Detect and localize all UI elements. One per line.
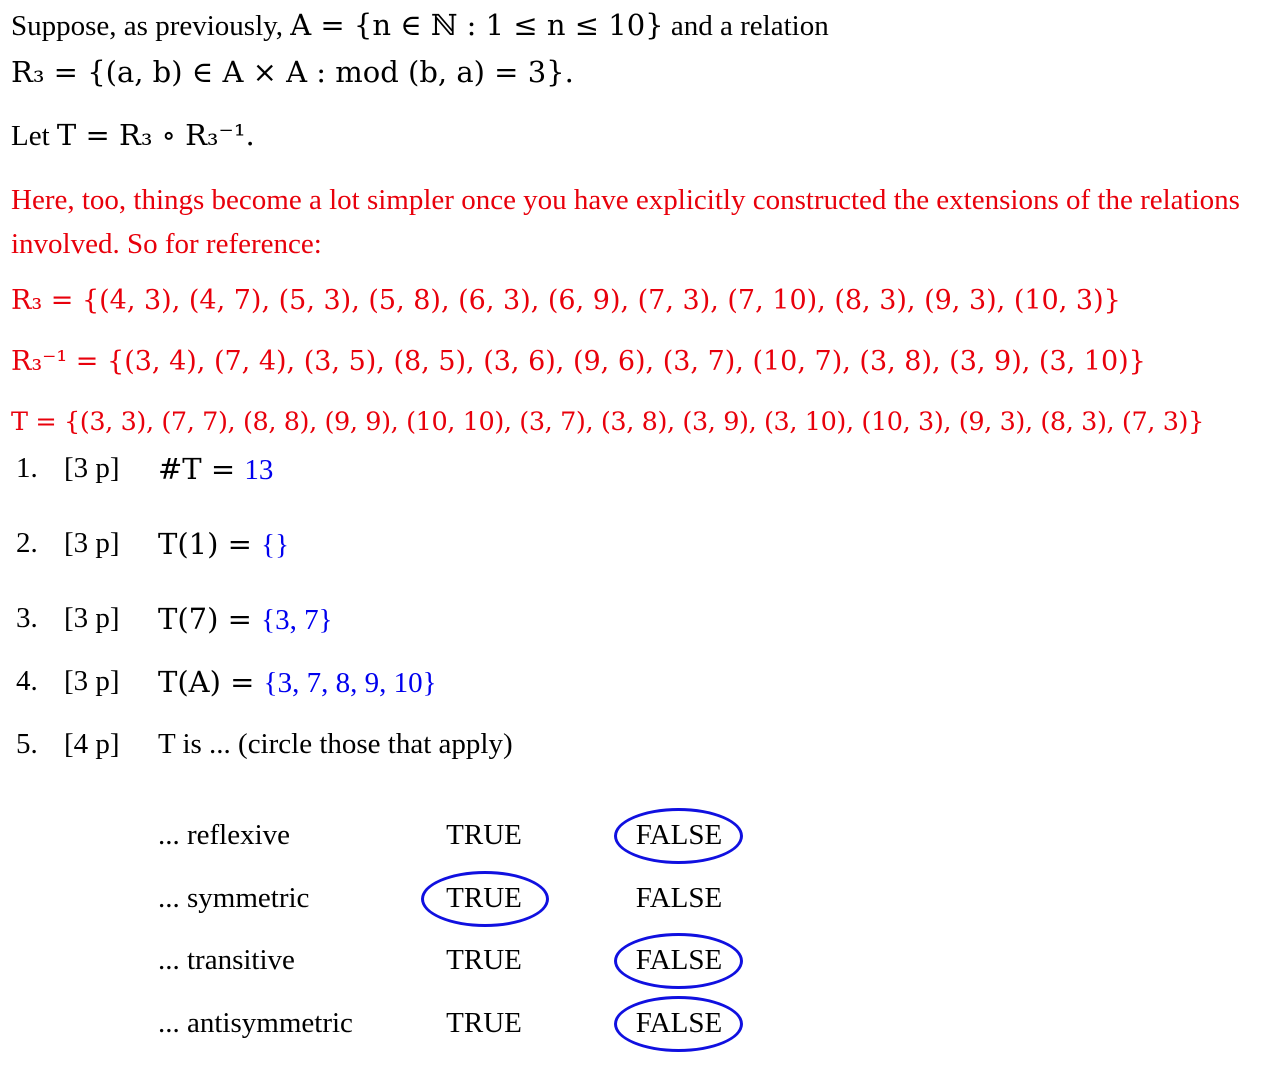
reference-note: Here, too, things become a lot simpler o… <box>11 184 1240 260</box>
question-points: [4 p] <box>64 728 120 760</box>
property-label: ... reflexive <box>158 819 291 851</box>
reference-r3: R₃ = {(4, 3), (4, 7), (5, 3), (5, 8), (6… <box>11 285 1121 316</box>
reference-t: T = {(3, 3), (7, 7), (8, 8), (9, 9), (10… <box>11 407 1204 437</box>
question-points: [3 p] <box>64 452 120 484</box>
answer-circle <box>614 808 743 864</box>
option-true: TRUE <box>446 819 522 851</box>
answer-circle <box>421 871 549 927</box>
question-number: 3. <box>16 602 38 634</box>
question-expression: T(7) = {3, 7} <box>158 602 333 637</box>
question-answer: {} <box>261 529 290 561</box>
option-true: TRUE <box>446 944 522 976</box>
question-answer: {3, 7} <box>261 604 333 636</box>
intro-line-1: Suppose, as previously, A = {n ∈ ℕ : 1 ≤… <box>11 8 829 43</box>
question-expression-text: #T = <box>158 452 245 486</box>
question-points: [3 p] <box>64 602 120 634</box>
question-answer: {3, 7, 8, 9, 10} <box>263 667 437 699</box>
option-false: FALSE <box>635 882 723 914</box>
question-expression-text: T(A) = <box>158 665 264 699</box>
option-true: TRUE <box>446 1007 522 1039</box>
question-expression: #T = 13 <box>158 452 273 487</box>
let-prefix: Let <box>11 120 57 152</box>
intro-suffix: and a relation <box>663 10 829 42</box>
intro-prefix: Suppose, as previously, <box>11 10 291 42</box>
question-points: [3 p] <box>64 527 120 559</box>
question-number: 2. <box>16 527 38 559</box>
question-points: [3 p] <box>64 665 120 697</box>
property-label: ... symmetric <box>158 882 310 914</box>
property-label: ... transitive <box>158 944 295 976</box>
answer-circle <box>614 933 743 989</box>
intro-set-a: A = {n ∈ ℕ : 1 ≤ n ≤ 10} <box>290 8 664 42</box>
question-expression: T is ... (circle those that apply) <box>158 728 513 761</box>
question-expression-text: T(7) = <box>158 602 262 636</box>
question-expression-text: T(1) = <box>158 527 262 561</box>
question-expression: T(1) = {} <box>158 527 289 562</box>
property-label: ... antisymmetric <box>158 1007 353 1039</box>
question-expression: T(A) = {3, 7, 8, 9, 10} <box>158 665 437 700</box>
let-definition: T = R₃ ∘ R₃⁻¹. <box>56 118 255 152</box>
answer-circle <box>614 996 743 1052</box>
question-number: 1. <box>16 452 38 484</box>
question-expression-text: T is ... (circle those that apply) <box>158 728 513 760</box>
intro-line-2: R₃ = {(a, b) ∈ A × A : mod (b, a) = 3}. <box>11 55 574 89</box>
question-number: 4. <box>16 665 38 697</box>
reference-r3-inverse: R₃⁻¹ = {(3, 4), (7, 4), (3, 5), (8, 5), … <box>11 346 1146 377</box>
let-line: Let T = R₃ ∘ R₃⁻¹. <box>11 118 255 153</box>
question-number: 5. <box>16 728 38 760</box>
question-answer: 13 <box>244 454 274 486</box>
